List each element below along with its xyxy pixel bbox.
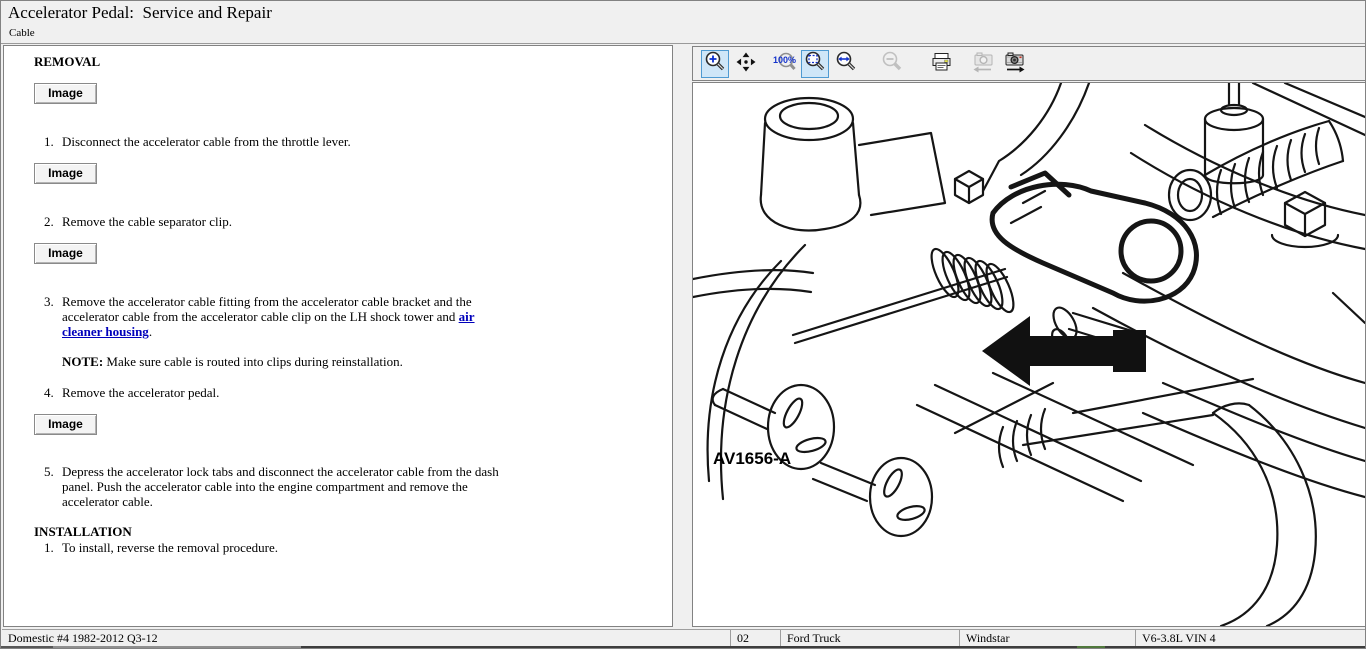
camera-back-icon <box>970 49 996 78</box>
note-text: Make sure cable is routed into clips dur… <box>103 354 403 369</box>
zoom-fit-window-icon <box>803 50 827 77</box>
image-button-3[interactable]: Image <box>34 243 97 264</box>
step-text-after-link: . <box>149 324 152 339</box>
zoom-100-icon: 100% <box>773 50 797 77</box>
zoom-fit-width-icon <box>834 50 858 77</box>
zoom-fit-window-button[interactable] <box>801 50 829 78</box>
zoom-fit-width-button[interactable] <box>832 50 860 78</box>
step-number: 5. <box>44 464 58 509</box>
previous-image-button[interactable] <box>969 50 997 78</box>
zoom-100-button[interactable]: 100% <box>771 50 799 78</box>
status-bar: Domestic #4 1982-2012 Q3-12 02 Ford Truc… <box>2 629 1366 646</box>
step-text: Remove the accelerator pedal. <box>62 385 517 400</box>
removal-step-3: 3. Remove the accelerator cable fitting … <box>4 294 672 339</box>
step-text: To install, reverse the removal procedur… <box>62 540 517 555</box>
removal-step-1: 1. Disconnect the accelerator cable from… <box>4 134 672 149</box>
step-text: Remove the accelerator cable fitting fro… <box>62 294 484 339</box>
header: Accelerator Pedal: Service and Repair Ca… <box>1 1 1365 44</box>
removal-step-5: 5. Depress the accelerator lock tabs and… <box>4 464 672 509</box>
step-number: 3. <box>44 294 58 339</box>
image-button-1[interactable]: Image <box>34 83 97 104</box>
removal-heading: REMOVAL <box>34 54 672 69</box>
step-number: 1. <box>44 540 58 555</box>
page-subtitle: Cable <box>9 27 35 39</box>
article-panel[interactable]: REMOVAL Image 1. Disconnect the accelera… <box>3 45 673 627</box>
print-button[interactable] <box>928 50 956 78</box>
engine-diagram <box>693 83 1365 626</box>
step-text: Remove the cable separator clip. <box>62 214 517 229</box>
removal-step-4: 4. Remove the accelerator pedal. <box>4 385 672 400</box>
step-text-before-link: Remove the accelerator cable fitting fro… <box>62 294 472 324</box>
removal-step-2: 2. Remove the cable separator clip. <box>4 214 672 229</box>
pan-icon <box>734 50 758 77</box>
camera-forward-icon <box>1002 49 1028 78</box>
callout-arrow <box>982 316 1146 386</box>
step-text: Disconnect the accelerator cable from th… <box>62 134 517 149</box>
step-number: 1. <box>44 134 58 149</box>
status-engine: V6-3.8L VIN 4 <box>1135 630 1366 646</box>
print-icon <box>930 50 954 77</box>
note-label: NOTE: <box>62 354 103 369</box>
step-number: 2. <box>44 214 58 229</box>
diagram-canvas[interactable]: AV1656-A <box>692 82 1366 627</box>
app-window: Accelerator Pedal: Service and Repair Ca… <box>0 0 1366 649</box>
note-block: NOTE: Make sure cable is routed into cli… <box>62 354 502 369</box>
status-model: Windstar <box>959 630 1135 646</box>
image-button-4[interactable]: Image <box>34 414 97 435</box>
zoom-out-icon <box>880 50 904 77</box>
status-database: Domestic #4 1982-2012 Q3-12 <box>2 630 730 646</box>
zoom-in-icon <box>703 50 727 77</box>
pan-button[interactable] <box>732 50 760 78</box>
image-toolbar: 100% <box>692 46 1366 81</box>
installation-heading: INSTALLATION <box>34 524 672 539</box>
step-number: 4. <box>44 385 58 400</box>
zoom-out-button[interactable] <box>878 50 906 78</box>
svg-text:100%: 100% <box>773 55 796 65</box>
status-year: 02 <box>730 630 780 646</box>
status-make: Ford Truck <box>780 630 959 646</box>
figure-label: AV1656-A <box>713 449 791 469</box>
zoom-in-button[interactable] <box>701 50 729 78</box>
installation-step-1: 1. To install, reverse the removal proce… <box>4 540 672 555</box>
step-text: Depress the accelerator lock tabs and di… <box>62 464 517 509</box>
page-title: Accelerator Pedal: Service and Repair <box>8 3 272 23</box>
image-button-2[interactable]: Image <box>34 163 97 184</box>
next-image-button[interactable] <box>1001 50 1029 78</box>
